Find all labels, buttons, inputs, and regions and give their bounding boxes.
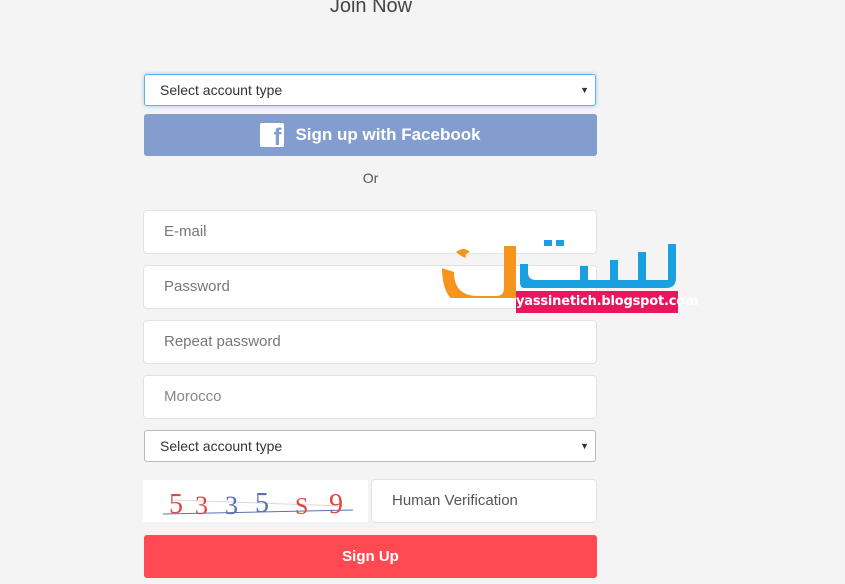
captcha-digit: 9 — [329, 489, 343, 520]
chevron-down-icon: ▼ — [580, 85, 589, 95]
human-verification-input[interactable]: Human Verification — [371, 479, 597, 523]
sign-up-button[interactable]: Sign Up — [144, 535, 597, 578]
captcha-digit: 3 — [225, 491, 238, 520]
chevron-down-icon: ▼ — [580, 441, 589, 451]
page-title: Join Now — [329, 0, 413, 17]
watermark-url: yassinetich.blogspot.com — [516, 291, 699, 313]
captcha-digit: S — [295, 494, 308, 520]
repeat-password-field[interactable]: Repeat password — [143, 320, 597, 364]
watermark-arabic-logo — [442, 240, 676, 298]
country-field[interactable]: Morocco — [143, 375, 597, 419]
captcha-digit: 5 — [169, 489, 183, 520]
facebook-signup-label: Sign up with Facebook — [295, 125, 481, 144]
account-type-select-bottom[interactable]: Select account type ▼ — [144, 430, 596, 462]
select-value: Select account type — [160, 438, 283, 454]
captcha-digit: 3 — [195, 491, 208, 520]
or-divider: Or — [362, 170, 379, 186]
select-value: Select account type — [160, 82, 283, 98]
facebook-icon: f — [260, 123, 285, 147]
facebook-signup-button[interactable]: f Sign up with Facebook — [144, 114, 597, 156]
captcha-image: 5 3 3 5 S 9 — [143, 480, 368, 522]
watermark-logo: yassinetich.blogspot.com — [436, 238, 699, 318]
account-type-select-top[interactable]: Select account type ▼ — [144, 74, 596, 106]
captcha-digit: 5 — [255, 488, 269, 519]
